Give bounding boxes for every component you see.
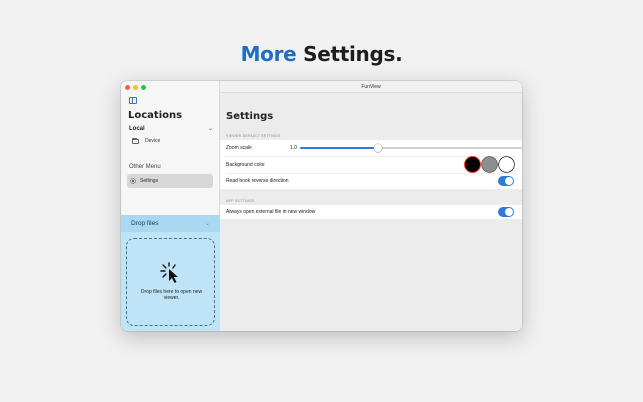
drop-hint: Drop files here to open new viewer. (140, 289, 203, 301)
drop-panel-header[interactable]: Drop files ⌄ (121, 215, 220, 232)
page-title: Settings (226, 111, 274, 122)
color-swatch-black[interactable] (465, 157, 480, 172)
locations-title: Locations (128, 110, 183, 121)
zoom-button[interactable] (141, 85, 146, 90)
headline: More Settings. (0, 42, 643, 66)
app-window: Locations Local ⌄ Device Other Menu Sett… (121, 81, 522, 331)
sidebar-toggle-icon[interactable] (129, 97, 137, 104)
headline-rest: Settings. (303, 42, 403, 66)
reverse-direction-label: Read book reverse direction (226, 178, 289, 184)
app-section-label: App settings (226, 199, 255, 203)
external-file-row: Always open external file in new window (226, 204, 518, 220)
zoom-slider-fill (300, 147, 378, 149)
reverse-direction-row: Read book reverse direction (226, 173, 518, 189)
color-swatch-white[interactable] (499, 157, 514, 172)
color-swatches (465, 157, 514, 172)
local-section-header[interactable]: Local ⌄ (129, 125, 213, 133)
viewer-settings-group: Zoom scale 1.0 Background color Read boo… (220, 140, 522, 189)
headline-accent: More (240, 42, 297, 66)
minimize-button[interactable] (133, 85, 138, 90)
background-color-row: Background color (226, 157, 518, 173)
chevron-down-icon[interactable]: ⌄ (208, 125, 213, 132)
viewer-section-label: Viewer default settings (226, 134, 281, 138)
drop-panel: Drop files ⌄ Drop files here to open new… (121, 215, 220, 331)
local-section-label: Local (129, 125, 145, 132)
chevron-down-icon[interactable]: ⌄ (205, 220, 210, 227)
sidebar: Locations Local ⌄ Device Other Menu Sett… (121, 81, 220, 331)
color-swatch-gray[interactable] (482, 157, 497, 172)
settings-pane: FunView Settings Viewer default settings… (220, 81, 522, 331)
window-controls (125, 85, 146, 90)
sidebar-item-label: Settings (140, 178, 159, 184)
zoom-row: Zoom scale 1.0 (226, 140, 522, 156)
sidebar-item-device[interactable]: Device (132, 137, 161, 144)
background-color-label: Background color (226, 162, 265, 168)
zoom-slider-thumb[interactable] (373, 144, 382, 152)
gear-icon (130, 178, 136, 184)
zoom-slider[interactable] (300, 144, 522, 152)
sidebar-item-label: Device (145, 138, 161, 144)
click-cursor-icon (160, 262, 178, 283)
sidebar-item-settings[interactable]: Settings (127, 174, 213, 188)
zoom-label: Zoom scale (226, 145, 252, 151)
drop-zone[interactable]: Drop files here to open new viewer. (126, 238, 215, 326)
zoom-value: 1.0 (290, 145, 297, 151)
reverse-direction-toggle[interactable] (498, 176, 514, 186)
other-menu-header: Other Menu (129, 164, 161, 170)
folder-icon (132, 137, 139, 144)
close-button[interactable] (125, 85, 130, 90)
app-settings-group: Always open external file in new window (220, 205, 522, 219)
external-file-label: Always open external file in new window (226, 209, 316, 215)
external-file-toggle[interactable] (498, 207, 514, 217)
drop-header-label: Drop files (131, 220, 159, 227)
window-title: FunView (220, 81, 522, 93)
